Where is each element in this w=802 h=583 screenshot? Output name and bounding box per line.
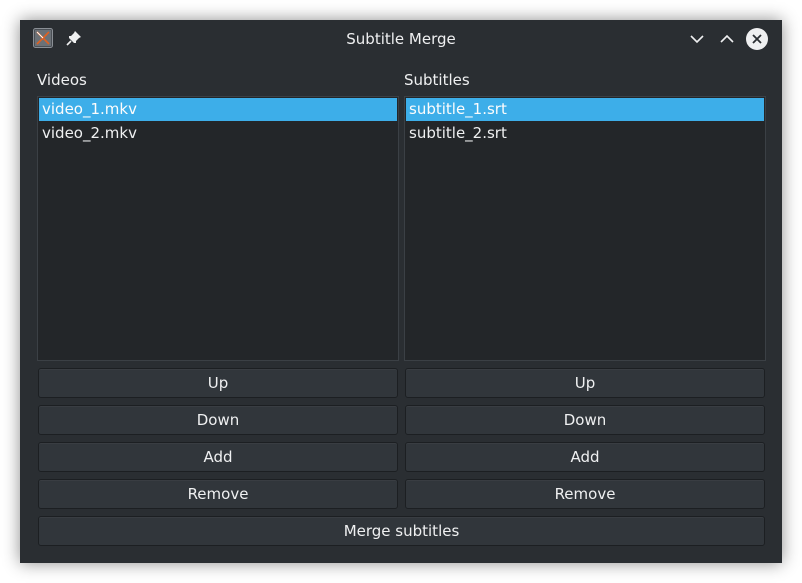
chevron-up-icon[interactable] [715,27,739,51]
videos-label: Videos [37,71,87,89]
chevron-down-icon[interactable] [685,27,709,51]
subtitles-list[interactable]: subtitle_1.srt subtitle_2.srt [404,96,766,361]
subtitles-list-item[interactable]: subtitle_1.srt [406,98,764,121]
subtitles-remove-button[interactable]: Remove [405,479,765,509]
title-bar[interactable]: Subtitle Merge [20,20,782,58]
subtitles-add-button[interactable]: Add [405,442,765,472]
subtitles-up-button[interactable]: Up [405,368,765,398]
merge-subtitles-button[interactable]: Merge subtitles [38,516,765,546]
subtitles-list-item[interactable]: subtitle_2.srt [406,122,764,145]
videos-down-button[interactable]: Down [38,405,398,435]
app-icon[interactable] [33,28,53,48]
window-title: Subtitle Merge [346,30,456,48]
videos-add-button[interactable]: Add [38,442,398,472]
videos-list-item[interactable]: video_1.mkv [39,98,397,121]
videos-list[interactable]: video_1.mkv video_2.mkv [37,96,399,361]
videos-list-item[interactable]: video_2.mkv [39,122,397,145]
subtitles-label: Subtitles [404,71,470,89]
pin-icon[interactable] [65,29,83,47]
videos-up-button[interactable]: Up [38,368,398,398]
close-icon[interactable] [745,27,769,51]
main-window: Subtitle Merge Videos video_1.mkv video_… [20,20,782,563]
subtitles-down-button[interactable]: Down [405,405,765,435]
videos-remove-button[interactable]: Remove [38,479,398,509]
